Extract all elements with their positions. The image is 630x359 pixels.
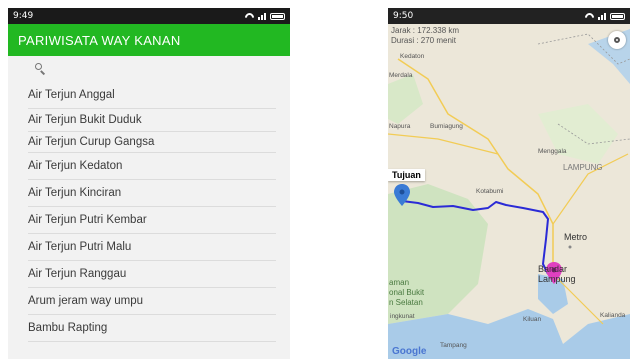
place-label: Napura bbox=[389, 123, 411, 130]
route-map-screen: 9:50 Jarak: 172.338 km Durasi: 270 men… bbox=[388, 8, 630, 359]
list-item[interactable]: Air Terjun Bukit Duduk bbox=[28, 109, 276, 132]
duration-text: Durasi : 270 menit bbox=[391, 36, 456, 45]
app-title: PARIWISATA WAY KANAN bbox=[18, 32, 181, 48]
wifi-icon bbox=[245, 13, 254, 20]
battery-icon bbox=[270, 12, 285, 20]
list-item[interactable]: Air Terjun Ranggau bbox=[28, 261, 276, 288]
distance-text: Jarak : 172.338 km bbox=[391, 26, 460, 35]
list-item[interactable]: Air Terjun Putri Malu bbox=[28, 234, 276, 261]
signal-icon bbox=[258, 12, 266, 20]
place-label: Kiluan bbox=[523, 316, 542, 323]
search-icon[interactable] bbox=[35, 63, 47, 75]
place-label: Bumiagung bbox=[430, 123, 463, 130]
place-label: Kalianda bbox=[600, 312, 626, 319]
status-bar: 9:50 bbox=[388, 8, 630, 24]
status-time: 9:49 bbox=[13, 11, 34, 21]
status-bar: 9:49 bbox=[8, 8, 290, 24]
search-bar[interactable] bbox=[8, 56, 290, 82]
place-label: Tampang bbox=[440, 342, 467, 349]
map-view[interactable]: Jarak : 172.338 km Durasi : 270 menit Tu… bbox=[388, 24, 630, 359]
place-label: Metro bbox=[564, 232, 588, 242]
place-label: Kedaton bbox=[400, 53, 425, 60]
my-location-button[interactable] bbox=[608, 31, 626, 49]
place-label: Merdala bbox=[389, 72, 413, 79]
list-item[interactable]: Air Terjun Kinciran bbox=[28, 180, 276, 207]
map-canvas bbox=[388, 24, 630, 359]
destination-list: Air Terjun Anggal Air Terjun Bukit Duduk… bbox=[8, 82, 290, 342]
list-item[interactable]: Arum jeram way umpu bbox=[28, 288, 276, 315]
place-label: Kotabumi bbox=[476, 188, 504, 195]
place-label: onal Bukit bbox=[389, 288, 425, 297]
tourism-list-screen: 9:49 PARIWISATA WAY KANAN Air Terjun Ang… bbox=[8, 8, 290, 359]
list-item[interactable]: Air Terjun Anggal bbox=[28, 82, 276, 109]
status-icons bbox=[245, 12, 285, 20]
google-logo: Google bbox=[392, 346, 427, 357]
battery-icon bbox=[610, 12, 625, 20]
list-item[interactable]: Air Terjun Curup Gangsa bbox=[28, 132, 276, 153]
place-label: Bandar Lampung bbox=[538, 264, 576, 284]
place-label: aman bbox=[389, 278, 410, 287]
status-time: 9:50 bbox=[393, 11, 414, 21]
destination-label: Tujuan bbox=[388, 169, 425, 181]
route-info: Jarak : 172.338 km Durasi : 270 menit bbox=[391, 26, 459, 46]
app-bar: PARIWISATA WAY KANAN bbox=[8, 24, 290, 56]
crosshair-icon bbox=[614, 37, 620, 43]
place-label: ingkunat bbox=[390, 313, 415, 320]
place-label: n Selatan bbox=[389, 298, 423, 307]
list-item[interactable]: Air Terjun Kedaton bbox=[28, 153, 276, 180]
list-item[interactable]: Bambu Rapting bbox=[28, 315, 276, 342]
signal-icon bbox=[598, 12, 606, 20]
place-label: Menggala bbox=[538, 148, 567, 155]
status-icons bbox=[585, 12, 625, 20]
list-item[interactable]: Air Terjun Putri Kembar bbox=[28, 207, 276, 234]
wifi-icon bbox=[585, 13, 594, 20]
place-label: LAMPUNG bbox=[563, 163, 603, 172]
